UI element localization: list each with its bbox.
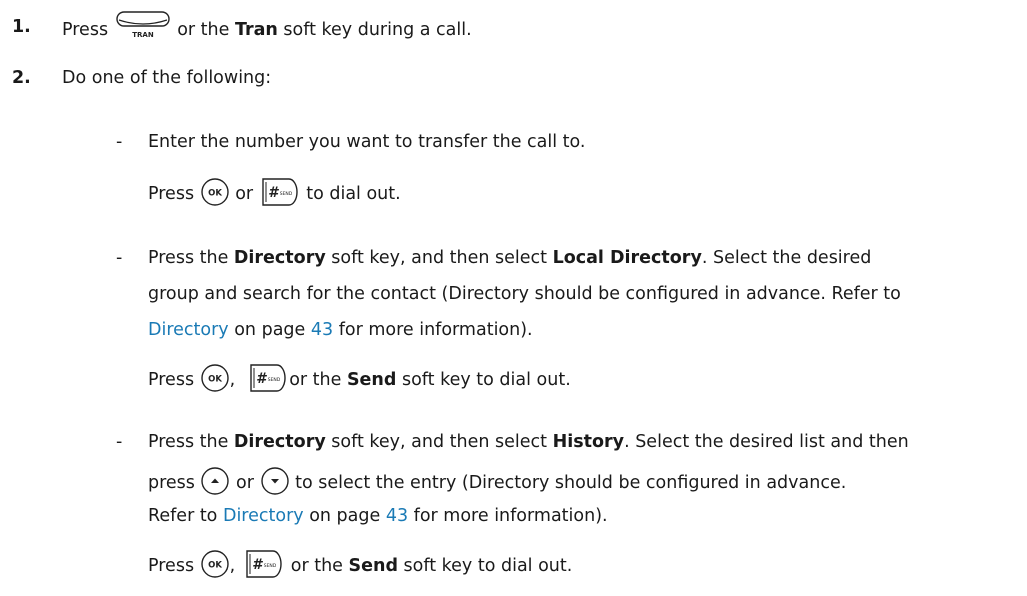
directory-softkey-name: Directory (233, 248, 326, 268)
text-fragment: soft key during a call. (277, 20, 472, 40)
step-1-text: Press TRAN or the Tran soft key during a… (62, 11, 472, 40)
send-key-label: SEND (279, 191, 292, 197)
send-softkey-name: Send (346, 370, 397, 390)
text-fragment: Press the (148, 248, 234, 268)
directory-link[interactable]: Directory (223, 506, 304, 526)
send-key-icon: # SEND (247, 362, 289, 394)
bullet-dash: - (116, 248, 123, 268)
tran-key-label: TRAN (132, 31, 154, 39)
send-key-hash: # (256, 371, 267, 387)
up-arrow-key-icon (200, 466, 230, 496)
text-fragment: Press (148, 556, 200, 576)
text-fragment: Press (62, 20, 114, 40)
bullet-dash: - (116, 432, 123, 452)
send-key-label: SEND (264, 563, 277, 569)
text-fragment: on page (303, 506, 386, 526)
text-fragment: , (229, 370, 236, 390)
send-key-icon: # SEND (259, 176, 301, 208)
text-fragment: for more information). (408, 506, 608, 526)
send-key-label: SEND (268, 377, 281, 383)
text-fragment: soft key to dial out. (397, 556, 573, 576)
text-fragment: soft key to dial out. (396, 370, 571, 390)
text-fragment: or the (285, 556, 349, 576)
text-fragment: or (229, 184, 259, 204)
tran-softkey-name: Tran (234, 20, 278, 40)
send-key-icon: # SEND (243, 548, 285, 580)
ok-key-icon: OK (200, 549, 230, 579)
send-softkey-name: Send (348, 556, 398, 576)
option-1-line-2: Press OK or # SEND to dial out. (148, 178, 401, 206)
option-2-line-1: Press the Directory soft key, and then s… (148, 246, 871, 270)
option-1-line-1: Enter the number you want to transfer th… (148, 132, 586, 152)
page-link[interactable]: 43 (311, 320, 333, 340)
bullet-dash: - (116, 132, 123, 152)
text-fragment: Refer to (148, 506, 223, 526)
text-fragment: on page (228, 320, 311, 340)
down-arrow-key-icon (260, 466, 290, 496)
tran-key-icon: TRAN (114, 10, 172, 40)
text-fragment: press (148, 473, 201, 493)
text-fragment: soft key, and then select (325, 248, 553, 268)
step-2-text: Do one of the following: (62, 68, 272, 88)
step-number: 2. (12, 68, 31, 88)
option-2-line-2: group and search for the contact (Direct… (148, 284, 901, 304)
text-fragment: or the (171, 20, 235, 40)
ok-key-label: OK (208, 561, 222, 571)
option-3-line-3: Refer to Directory on page 43 for more i… (148, 504, 608, 528)
text-fragment: soft key, and then select (325, 432, 553, 452)
ok-key-label: OK (208, 189, 222, 199)
option-2-line-4: Press OK, # SEND or the Send soft key to di… (148, 364, 571, 392)
text-fragment: . Select the desired list and then (624, 432, 909, 452)
ok-key-icon: OK (200, 363, 230, 393)
history-name: History (552, 432, 625, 452)
directory-link[interactable]: Directory (148, 320, 229, 340)
option-3-line-4: Press OK, # SEND or the Send soft key to d… (148, 550, 573, 578)
option-2-line-3: Directory on page 43 for more informatio… (148, 318, 533, 342)
ok-key-icon: OK (200, 177, 230, 207)
option-3-line-2: press or to select the entry (Directory … (148, 467, 847, 495)
text-fragment: or (230, 473, 260, 493)
step-number: 1. (12, 17, 31, 37)
text-fragment: Press (148, 184, 200, 204)
text-fragment: , (229, 556, 236, 576)
text-fragment: or the (289, 370, 347, 390)
page-link[interactable]: 43 (386, 506, 408, 526)
directory-softkey-name: Directory (233, 432, 326, 452)
text-fragment: for more information). (333, 320, 533, 340)
option-3-line-1: Press the Directory soft key, and then s… (148, 430, 909, 454)
text-fragment: . Select the desired (701, 248, 872, 268)
send-key-hash: # (268, 185, 279, 201)
text-fragment: to select the entry (Directory should be… (289, 473, 847, 493)
send-key-hash: # (252, 557, 263, 573)
text-fragment: Press the (148, 432, 234, 452)
ok-key-label: OK (208, 375, 222, 385)
local-directory-name: Local Directory (552, 248, 702, 268)
text-fragment: to dial out. (300, 184, 401, 204)
text-fragment: Press (148, 370, 200, 390)
